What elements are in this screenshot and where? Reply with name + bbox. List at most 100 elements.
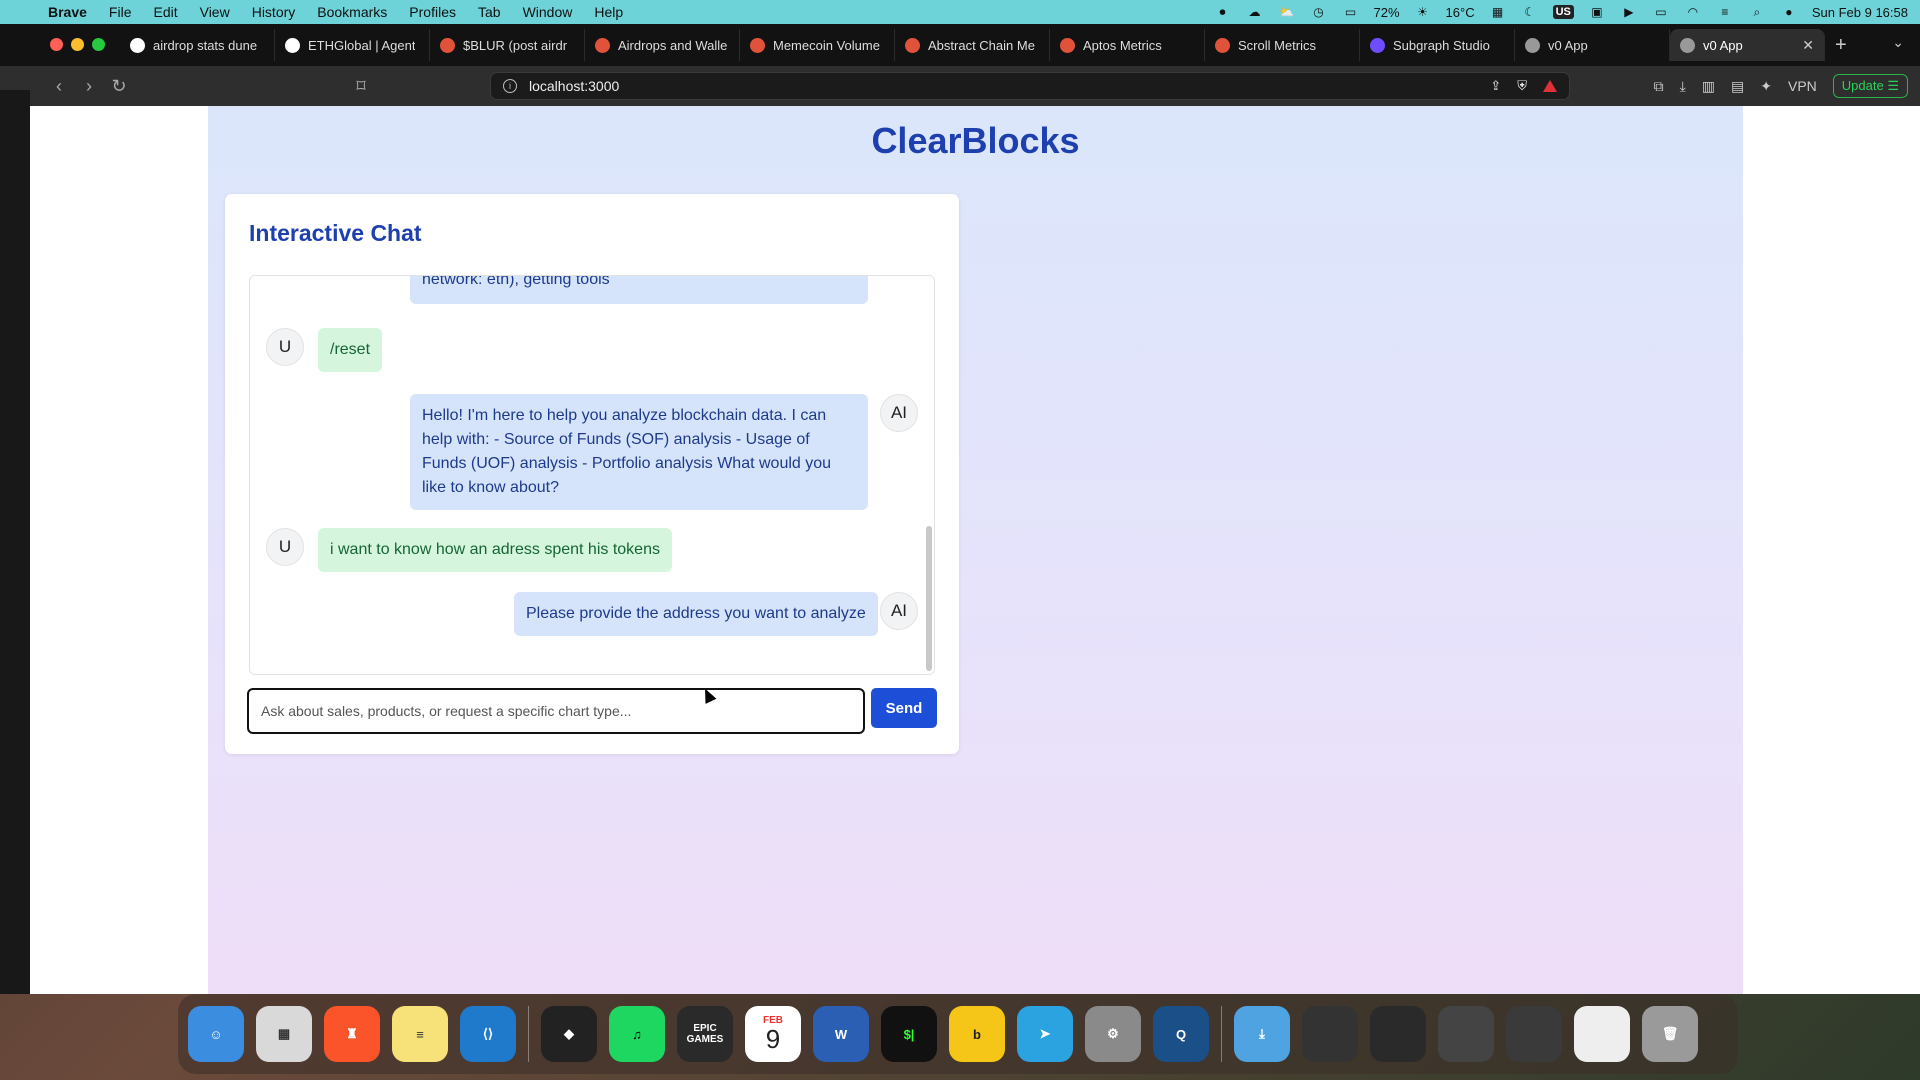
message-list[interactable]: network: eth), getting tools U /reset He… [249, 275, 935, 675]
menu-file[interactable]: File [109, 4, 132, 20]
downloads-folder-icon[interactable]: ⤓ [1234, 1006, 1290, 1062]
sidebar-icon[interactable]: ▥ [1702, 78, 1715, 95]
keyboard-icon[interactable]: ▦ [1489, 5, 1507, 19]
close-window-button[interactable] [50, 38, 63, 51]
tab-label: Aptos Metrics [1083, 37, 1162, 53]
minimized-window-icon[interactable] [1506, 1006, 1562, 1062]
telegram-icon[interactable]: ➤ [1017, 1006, 1073, 1062]
minimized-window-icon[interactable] [1370, 1006, 1426, 1062]
chat-input[interactable] [247, 688, 865, 734]
share-icon[interactable]: ⇪ [1490, 78, 1501, 94]
finder-icon[interactable]: ☺ [188, 1006, 244, 1062]
power-icon[interactable]: ▭ [1652, 5, 1670, 19]
clock[interactable]: Sun Feb 9 16:58 [1812, 5, 1908, 20]
epic-games-icon[interactable]: EPIC GAMES [677, 1006, 733, 1062]
minimize-window-button[interactable] [71, 38, 84, 51]
weather-cloud-icon[interactable]: ⛅ [1278, 5, 1296, 19]
menu-window[interactable]: Window [523, 4, 573, 20]
wallet-icon[interactable]: ▤ [1731, 78, 1744, 95]
vpn-button[interactable]: VPN [1788, 78, 1817, 94]
search-icon[interactable]: ⌕ [1748, 5, 1766, 19]
terminal-icon[interactable]: $| [881, 1006, 937, 1062]
ai-avatar: AI [880, 592, 918, 630]
siri-icon[interactable]: ● [1780, 5, 1798, 19]
bookmark-icon[interactable]: ⌑ [346, 76, 376, 97]
notes-icon[interactable]: ≡ [392, 1006, 448, 1062]
reload-button[interactable]: ↻ [104, 76, 134, 97]
menu-tab[interactable]: Tab [478, 4, 501, 20]
battery-icon[interactable]: ▭ [1342, 5, 1360, 19]
message-scrollbar[interactable] [926, 526, 932, 671]
brave-shields-icon[interactable]: ⛨ [1517, 78, 1527, 94]
forward-button[interactable]: › [74, 76, 104, 97]
tab-label: v0 App [1548, 37, 1588, 53]
update-button[interactable]: Update ☰ [1832, 74, 1908, 98]
new-tab-button[interactable]: + [1835, 34, 1847, 57]
menu-edit[interactable]: Edit [153, 4, 177, 20]
word-icon[interactable]: W [813, 1006, 869, 1062]
menu-help[interactable]: Help [594, 4, 623, 20]
browser-tab[interactable]: $BLUR (post airdr [430, 29, 585, 61]
browser-tab[interactable]: Memecoin Volume [740, 29, 895, 61]
browser-tab[interactable]: v0 App [1515, 29, 1670, 61]
minimized-window-icon[interactable] [1574, 1006, 1630, 1062]
site-info-icon[interactable]: i [503, 79, 517, 93]
timer-icon[interactable]: ◷ [1310, 5, 1328, 19]
browser-tab[interactable]: Airdrops and Walle [585, 29, 740, 61]
tab-list-chevron-icon[interactable]: ⌄ [1892, 34, 1904, 51]
screen-mirror-icon[interactable]: ▣ [1588, 5, 1606, 19]
tab-favicon-icon [1370, 37, 1385, 53]
cloud-icon[interactable]: ☁ [1246, 5, 1264, 19]
address-bar[interactable]: i localhost:3000 ⇪ ⛨ [490, 72, 1570, 100]
moon-icon[interactable]: ☾ [1521, 5, 1539, 19]
record-icon[interactable]: ⏺ [1214, 5, 1232, 19]
bumble-icon[interactable]: b [949, 1006, 1005, 1062]
send-button[interactable]: Send [871, 688, 937, 728]
zoom-window-button[interactable] [92, 38, 105, 51]
dock-separator [1221, 1006, 1222, 1062]
menu-view[interactable]: View [200, 4, 230, 20]
background-editor-strip [0, 90, 30, 994]
sun-icon: ☀ [1417, 5, 1428, 19]
brave-rewards-icon[interactable] [1543, 80, 1557, 92]
tab-favicon-icon [750, 37, 765, 53]
browser-tab[interactable]: Subgraph Studio [1360, 29, 1515, 61]
browser-tab[interactable]: Scroll Metrics [1205, 29, 1360, 61]
menu-app-name[interactable]: Brave [48, 4, 87, 20]
wifi-icon[interactable]: ◠ [1684, 5, 1702, 19]
tab-label: airdrop stats dune [153, 37, 258, 53]
menu-bookmarks[interactable]: Bookmarks [317, 4, 387, 20]
input-source-badge[interactable]: US [1552, 5, 1574, 19]
browser-tab[interactable]: ETHGlobal | Agent [275, 29, 430, 61]
vscode-icon[interactable]: ⟨⟩ [460, 1006, 516, 1062]
browser-tab[interactable]: v0 App ✕ [1670, 29, 1825, 61]
browser-tab[interactable]: airdrop stats dune [120, 29, 275, 61]
back-button[interactable]: ‹ [44, 76, 74, 97]
weather-temp[interactable]: 16°C [1446, 5, 1475, 20]
tab-label: Scroll Metrics [1238, 37, 1317, 53]
close-tab-icon[interactable]: ✕ [1802, 37, 1814, 54]
tab-label: Memecoin Volume [773, 37, 880, 53]
browser-tab[interactable]: Abstract Chain Me [895, 29, 1050, 61]
trash-icon[interactable]: 🗑 [1642, 1006, 1698, 1062]
launchpad-icon[interactable]: ▦ [256, 1006, 312, 1062]
tab-favicon-icon [905, 37, 920, 53]
url-text[interactable]: localhost:3000 [529, 78, 619, 94]
minimized-window-icon[interactable] [1438, 1006, 1494, 1062]
play-icon[interactable]: ▶ [1620, 5, 1638, 19]
menu-history[interactable]: History [252, 4, 296, 20]
tab-strip: airdrop stats dune ETHGlobal | Agent $BLUR… [120, 24, 1825, 66]
quicktime-icon[interactable]: Q [1153, 1006, 1209, 1062]
unity-icon[interactable]: ◆ [541, 1006, 597, 1062]
brave-icon[interactable]: ♜ [324, 1006, 380, 1062]
browser-tab[interactable]: Aptos Metrics [1050, 29, 1205, 61]
calendar-icon[interactable]: FEB 9 [745, 1006, 801, 1062]
leo-ai-icon[interactable]: ✦ [1760, 78, 1772, 95]
system-settings-icon[interactable]: ⚙ [1085, 1006, 1141, 1062]
spotify-icon[interactable]: ♫ [609, 1006, 665, 1062]
control-center-icon[interactable]: ≡ [1716, 5, 1734, 19]
minimized-window-icon[interactable] [1302, 1006, 1358, 1062]
download-icon[interactable]: ⤓ [1680, 78, 1686, 95]
menu-profiles[interactable]: Profiles [409, 4, 456, 20]
extensions-icon[interactable]: ⧉ [1654, 78, 1664, 95]
